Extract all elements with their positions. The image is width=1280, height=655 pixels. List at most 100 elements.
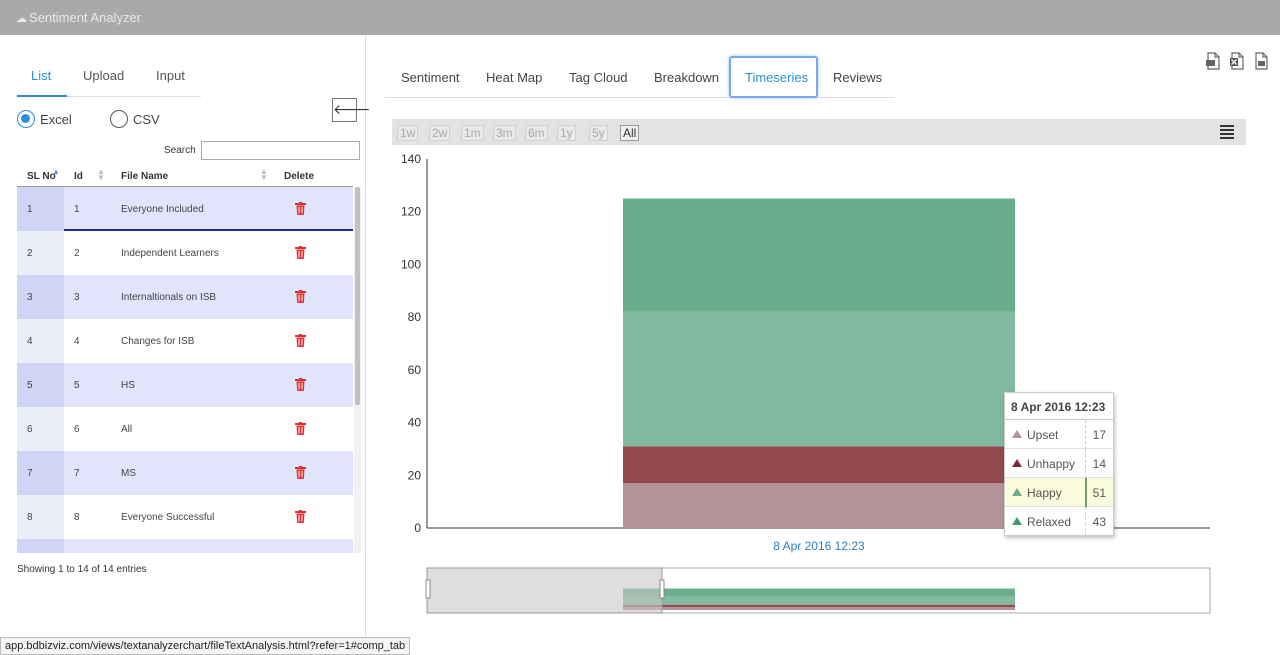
navigator-right-handle[interactable]	[659, 579, 665, 599]
tooltip-row-happy: Happy 51	[1005, 478, 1113, 507]
triangle-marker-icon	[1012, 488, 1022, 496]
cloud-icon: ☁	[16, 13, 27, 25]
active-tab-underline	[17, 95, 67, 97]
cell-file-name: Everyone Included	[121, 204, 204, 215]
tab-upload[interactable]: Upload	[83, 68, 124, 83]
range-1m-button[interactable]: 1m	[461, 125, 484, 141]
radio-excel-circle[interactable]	[17, 110, 35, 128]
tooltip-divider	[1085, 507, 1086, 536]
tooltip-series-value: 43	[1092, 515, 1106, 529]
range-5y-button[interactable]: 5y	[589, 125, 608, 141]
col-id[interactable]: Id	[74, 171, 83, 182]
table-row[interactable]: 2 2 Independent Learners	[17, 231, 353, 275]
tooltip-header: 8 Apr 2016 12:23	[1005, 393, 1113, 420]
table-scrollbar[interactable]	[354, 187, 361, 553]
range-6m-button[interactable]: 6m	[525, 125, 548, 141]
y-tick-label: 0	[414, 521, 421, 535]
range-1y-button[interactable]: 1y	[557, 125, 576, 141]
radio-excel-label: Excel	[40, 111, 72, 127]
y-tick-label: 80	[408, 310, 422, 324]
tab-list[interactable]: List	[31, 68, 51, 83]
table-row-partial[interactable]	[17, 539, 353, 553]
cell-id: 8	[74, 512, 80, 523]
cell-sl: 3	[27, 292, 33, 303]
table-row[interactable]: 5 5 HS	[17, 363, 353, 407]
trash-icon[interactable]	[295, 422, 306, 435]
tooltip-series-name: Upset	[1027, 428, 1059, 442]
cell-id: 7	[74, 468, 80, 479]
range-1w-button[interactable]: 1w	[397, 125, 419, 141]
sort-asc-icon[interactable]: ▲	[52, 168, 60, 176]
cell-file-name: Changes for ISB	[121, 336, 195, 347]
tab-reviews[interactable]: Reviews	[833, 70, 882, 85]
cell-id: 1	[74, 204, 80, 215]
app-header: ☁ Sentiment Analyzer	[0, 0, 1280, 35]
tooltip-row-relaxed: Relaxed 43	[1005, 507, 1113, 536]
range-all-button[interactable]: All	[620, 125, 640, 141]
range-3m-button[interactable]: 3m	[493, 125, 516, 141]
bar-segment-unhappy[interactable]	[623, 446, 1015, 484]
cell-sl: 2	[27, 248, 33, 259]
tab-heat-map[interactable]: Heat Map	[486, 70, 542, 85]
navigator-mask[interactable]	[426, 567, 663, 614]
sort-both-icon[interactable]: ▲ ▼	[97, 168, 105, 182]
cell-sl: 1	[27, 204, 33, 215]
table-row[interactable]: 4 4 Changes for ISB	[17, 319, 353, 363]
tab-sentiment[interactable]: Sentiment	[401, 70, 460, 85]
cell-id: 2	[74, 248, 80, 259]
export-toolbar	[1205, 52, 1271, 72]
trash-icon[interactable]	[295, 378, 306, 391]
trash-icon[interactable]	[295, 334, 306, 347]
tab-input[interactable]: Input	[156, 68, 185, 83]
table-row[interactable]: 7 7 MS	[17, 451, 353, 495]
tab-breakdown[interactable]: Breakdown	[654, 70, 719, 85]
sl-cell-bg	[17, 231, 64, 275]
radio-excel[interactable]: Excel	[17, 110, 72, 128]
arrow-left-icon: 🡐	[333, 101, 371, 117]
tooltip-series-value: 51	[1092, 486, 1106, 500]
tab-tag-cloud[interactable]: Tag Cloud	[569, 70, 628, 85]
range-selector: 1w 2w 1m 3m 6m 1y 5y All	[392, 119, 1246, 145]
navigator-segment-happy	[623, 595, 1015, 605]
chart-menu-icon[interactable]	[1220, 123, 1234, 139]
bar-segment-relaxed[interactable]	[623, 198, 1015, 312]
sl-cell-bg	[17, 187, 64, 231]
table-row[interactable]: 8 8 Everyone Successful	[17, 495, 353, 539]
col-file-name[interactable]: File Name	[121, 171, 168, 182]
navigator-segment-unhappy	[623, 604, 1015, 608]
tab-timeseries[interactable]: Timeseries	[745, 70, 808, 85]
y-tick-label: 60	[408, 363, 422, 377]
y-tick-label: 120	[401, 205, 421, 219]
search-input[interactable]	[201, 141, 360, 160]
cell-file-name: All	[121, 424, 133, 435]
radio-csv-circle[interactable]	[110, 110, 128, 128]
radio-csv[interactable]: CSV	[110, 110, 160, 128]
triangle-marker-icon	[1012, 459, 1022, 467]
trash-icon[interactable]	[295, 246, 306, 259]
file-list-panel: List Upload Input Excel CSV 🡐 Search SL …	[0, 35, 371, 655]
bar-segment-upset[interactable]	[623, 483, 1015, 528]
table-row[interactable]: 1 1 Everyone Included	[17, 187, 353, 231]
table-row[interactable]: 6 6 All	[17, 407, 353, 451]
table-row[interactable]: 3 3 Internaltionals on ISB	[17, 275, 353, 319]
y-tick-label: 40	[408, 416, 422, 430]
excel-export-icon[interactable]	[1229, 52, 1245, 70]
trash-icon[interactable]	[295, 466, 306, 479]
csv-export-icon[interactable]	[1253, 52, 1269, 70]
sort-both-icon[interactable]: ▲ ▼	[260, 168, 268, 182]
cell-sl: 7	[27, 468, 33, 479]
sl-cell-bg	[17, 275, 64, 319]
left-tabs: List Upload Input	[17, 59, 201, 97]
bar-segment-happy[interactable]	[623, 311, 1015, 447]
trash-icon[interactable]	[295, 510, 306, 523]
collapse-button[interactable]: 🡐	[332, 98, 371, 122]
trash-icon[interactable]	[295, 290, 306, 303]
scrollbar-thumb[interactable]	[355, 187, 360, 405]
tooltip-row-upset: Upset 17	[1005, 420, 1113, 449]
file-type-radios: Excel CSV	[17, 110, 217, 130]
pdf-export-icon[interactable]	[1205, 52, 1221, 70]
sl-cell-bg	[17, 363, 64, 407]
navigator-left-handle[interactable]	[425, 579, 431, 599]
trash-icon[interactable]	[295, 202, 306, 215]
range-2w-button[interactable]: 2w	[429, 125, 451, 141]
